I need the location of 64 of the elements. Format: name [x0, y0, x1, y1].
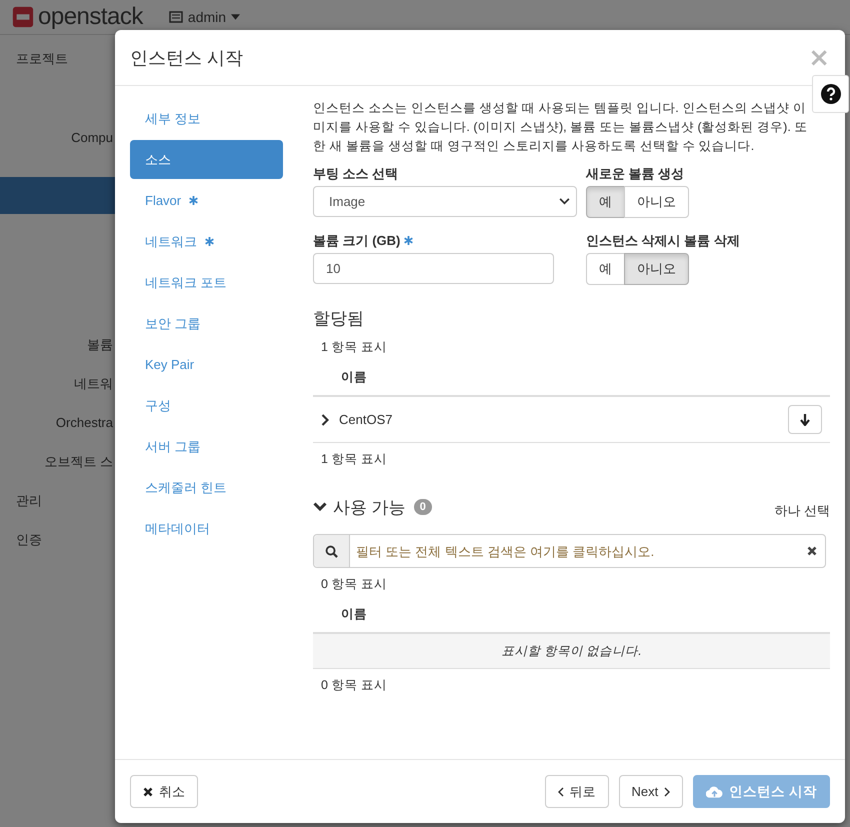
wizard-step[interactable]: 소스 [130, 140, 283, 179]
arrow-down-icon [800, 414, 810, 426]
search-icon [325, 544, 338, 558]
sidebar-item[interactable]: 네트워 [0, 364, 113, 403]
toggle-option[interactable]: 아니오 [624, 253, 689, 285]
sidebar-item[interactable]: 오브젝트 스 [0, 442, 113, 481]
logo-icon [12, 6, 34, 28]
sidebar-item[interactable]: 볼륨 [0, 325, 113, 364]
wizard-step[interactable]: 구성 [130, 386, 283, 425]
launch-button: 인스턴스 시작 [693, 775, 830, 808]
server-icon [168, 11, 183, 23]
count-badge: 0 [414, 499, 432, 515]
item-count: 1 항목 표시 [320, 451, 388, 468]
item-count: 0 항목 표시 [320, 576, 388, 593]
wizard-step[interactable]: Flavor [130, 181, 283, 220]
project-menu[interactable]: admin [168, 9, 240, 25]
description-text: 인스턴스 소스는 인스턴스를 생성할 때 사용되는 템플릿 입니다. 인스턴스의 스냅샷 이미지를 사용할 수 있습니다. (이미지 스냅샷), 볼륨 또는 볼륨스냅샷 (활성화된 경우). 또한 새 볼륨을 생성할 때 영구적인 스토리지를 사용하도록 선택할 수 있습니다. [313, 100, 808, 155]
dialog-title: 인스턴스 시작 [130, 46, 244, 70]
next-button[interactable]: Next [618, 775, 684, 808]
empty-message: 표시할 항목이 없습니다. [313, 634, 830, 669]
item-count: 0 항목 표시 [320, 677, 388, 694]
field-label: 부팅 소스 선택 [313, 164, 400, 182]
section-toggle[interactable]: 사용 가능 0 [313, 496, 432, 518]
wizard-step[interactable]: Key Pair [130, 345, 283, 384]
select-hint: 하나 선택 [774, 502, 830, 520]
chevron-down-icon [559, 198, 570, 205]
caret-icon [231, 14, 240, 20]
sidebar-item[interactable]: Compu [0, 118, 113, 157]
toggle-option[interactable]: 아니오 [624, 186, 689, 218]
chevron-right-icon [664, 786, 670, 796]
item-count: 1 항목 표시 [320, 339, 388, 356]
table-cell-text: CentOS7 [339, 412, 394, 427]
move-down-button[interactable] [788, 405, 822, 434]
boot-source-select[interactable]: Image [313, 186, 577, 217]
toggle-option[interactable]: 예 [586, 253, 625, 285]
column-header: 이름 [313, 359, 830, 397]
toggle-option[interactable]: 예 [586, 186, 625, 218]
cancel-button[interactable]: 취소 [130, 775, 198, 808]
field-label: 인스턴스 삭제시 볼륨 삭제 [586, 232, 741, 250]
back-button[interactable]: 뒤로 [544, 775, 608, 808]
wizard-step[interactable]: 네트워크 포트 [130, 263, 283, 302]
sidebar-item[interactable]: 관리 [0, 481, 113, 520]
sidebar-item[interactable]: Orchestra [0, 403, 113, 442]
logo-text: openstack [38, 5, 143, 29]
search-field[interactable]: 필터 또는 전체 텍스트 검색은 여기를 클릭하십시오. [313, 534, 826, 568]
clear-icon [807, 546, 817, 556]
wizard-step[interactable]: 세부 정보 [130, 99, 283, 138]
wizard-step[interactable]: 메타데이터 [130, 509, 283, 548]
table-row[interactable]: CentOS7 [313, 397, 830, 443]
volume-size-field[interactable]: 10 [313, 253, 554, 284]
field-label: 볼륨 크기 (GB) [313, 228, 586, 253]
help-button[interactable] [812, 75, 849, 113]
close-icon [143, 786, 153, 796]
wizard-step[interactable]: 스케줄러 힌트 [130, 468, 283, 507]
wizard-step[interactable]: 네트워크 [130, 222, 283, 261]
wizard-step[interactable]: 서버 그룹 [130, 427, 283, 466]
sidebar-item[interactable]: 인증 [0, 520, 113, 559]
help-icon [820, 84, 840, 104]
sidebar-item[interactable]: 프로젝트 [0, 39, 113, 78]
chevron-left-icon [558, 786, 564, 796]
wizard-step[interactable]: 보안 그룹 [130, 304, 283, 343]
field-label: 새로운 볼륨 생성 [586, 164, 686, 182]
cloud-upload-icon [706, 786, 724, 798]
section-title: 할당됨 [313, 308, 365, 330]
